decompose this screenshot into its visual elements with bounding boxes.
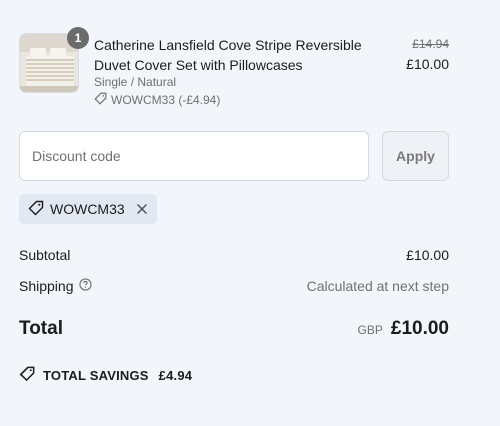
product-discount-label: WOWCM33 (-£4.94) <box>111 93 221 107</box>
applied-code-label: WOWCM33 <box>50 201 125 217</box>
product-thumbnail-wrapper: 1 <box>19 27 89 93</box>
currency-code: GBP <box>357 323 383 337</box>
total-savings-label: TOTAL SAVINGS <box>43 367 149 383</box>
subtotal-row: Subtotal £10.00 <box>19 247 449 263</box>
line-item: 1 Catherine Lansfield Cove Stripe Revers… <box>19 27 449 113</box>
total-row: Total GBP £10.00 <box>19 318 449 340</box>
apply-button[interactable]: Apply <box>382 131 449 181</box>
product-price: £10.00 <box>406 56 449 72</box>
product-discount: WOWCM33 (-£4.94) <box>94 92 220 108</box>
product-title: Catherine Lansfield Cove Stripe Reversib… <box>94 37 362 73</box>
total-savings-amount: £4.94 <box>158 367 193 383</box>
discount-code-input[interactable] <box>19 131 369 181</box>
total-value-group: GBP £10.00 <box>358 318 449 340</box>
remove-discount-close-icon[interactable] <box>136 203 148 215</box>
subtotal-value: £10.00 <box>406 247 449 263</box>
total-label: Total <box>19 318 63 339</box>
shipping-label: Shipping <box>19 278 74 294</box>
product-variant: Single / Natural <box>94 75 177 89</box>
quantity-badge: 1 <box>67 27 89 49</box>
shipping-row: Shipping Calculated at next step <box>19 278 449 294</box>
original-price: £14.94 <box>412 37 449 51</box>
applied-discount-tag: WOWCM33 <box>19 194 157 224</box>
tag-icon <box>28 200 44 219</box>
tag-icon <box>94 92 107 108</box>
shipping-label-group: Shipping <box>19 278 92 294</box>
help-icon[interactable] <box>78 278 92 294</box>
subtotal-label: Subtotal <box>19 247 71 263</box>
total-value: £10.00 <box>390 318 449 339</box>
tag-icon <box>19 365 36 385</box>
shipping-value: Calculated at next step <box>306 278 449 294</box>
total-savings: TOTAL SAVINGS £4.94 <box>19 365 192 385</box>
